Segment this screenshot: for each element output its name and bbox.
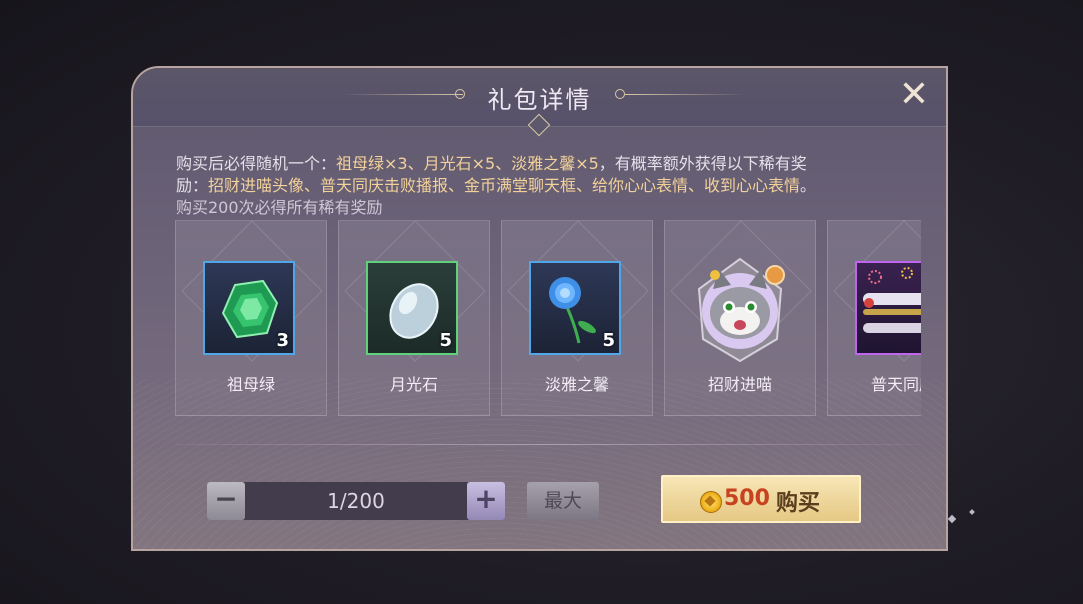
close-button[interactable]: ✕ [898, 77, 930, 113]
reward-item-card[interactable]: 5 月光石 [338, 220, 490, 416]
gift-pack-details-dialog: 礼包详情 ✕ 购买后必得随机一个：祖母绿×3、月光石×5、淡雅之馨×5，有概率额… [131, 66, 948, 551]
section-divider [176, 444, 918, 445]
item-frame-rare: 3 [203, 261, 295, 355]
item-name: 祖母绿 [226, 375, 275, 394]
item-count: 3 [276, 330, 289, 351]
item-count: 5 [602, 330, 615, 351]
desc-rare-rewards: 招财进喵头像、普天同庆击败播报、金币满堂聊天框、给你心心表情、收到心心表情 [208, 176, 801, 195]
reward-item-card[interactable]: 5 淡雅之馨 [501, 220, 653, 416]
buy-label: 购买 [776, 491, 821, 516]
quantity-value: 1/200 [327, 489, 385, 513]
item-name: 月光石 [389, 375, 438, 394]
title-ornament-dot-right [615, 89, 625, 99]
desc-pity-note: 购买200次必得所有稀有奖励 [176, 198, 383, 217]
avatar-badge-icon [765, 265, 785, 285]
price-amount: 500 [724, 486, 770, 511]
buy-button[interactable]: 500 购买 [661, 475, 861, 523]
reward-description: 购买后必得随机一个：祖母绿×3、月光石×5、淡雅之馨×5，有概率额外获得以下稀有… [176, 153, 916, 219]
dialog-title: 礼包详情 [487, 86, 592, 114]
desc-line1-suffix: ，有概率额外获得以下稀有奖 [598, 154, 807, 173]
item-frame-epic [855, 261, 921, 355]
reward-item-list[interactable]: 3 祖母绿 5 月光石 5 淡雅之馨 招财进喵 普天同 [175, 220, 921, 416]
max-quantity-button[interactable]: 最大 [527, 482, 599, 520]
item-frame-uncommon: 5 [366, 261, 458, 355]
title-ornament-right [625, 94, 745, 95]
item-frame-rare: 5 [529, 261, 621, 355]
reward-item-card[interactable]: 3 祖母绿 [175, 220, 327, 416]
item-name: 淡雅之馨 [544, 375, 609, 394]
reward-item-card[interactable]: 招财进喵 [664, 220, 816, 416]
background-sparkle [947, 514, 957, 524]
quantity-stepper: − 1/200 + [207, 482, 505, 520]
item-name: 普天同庆 [870, 375, 921, 394]
desc-line2-suffix: 。 [800, 176, 817, 195]
gold-coin-icon [700, 491, 722, 513]
item-count: 5 [439, 330, 452, 351]
close-icon: ✕ [898, 74, 930, 115]
fireworks-banner-icon [863, 267, 921, 333]
desc-line1-prefix: 购买后必得随机一个： [176, 154, 337, 173]
reward-item-card[interactable]: 普天同庆 [827, 220, 921, 416]
decrease-quantity-button[interactable]: − [207, 482, 245, 520]
item-name: 招财进喵 [707, 375, 772, 394]
background-sparkle [969, 509, 975, 515]
increase-quantity-button[interactable]: + [467, 482, 505, 520]
desc-guaranteed-items: 祖母绿×3、月光石×5、淡雅之馨×5 [336, 154, 599, 173]
desc-line2-prefix: 励： [176, 176, 209, 195]
